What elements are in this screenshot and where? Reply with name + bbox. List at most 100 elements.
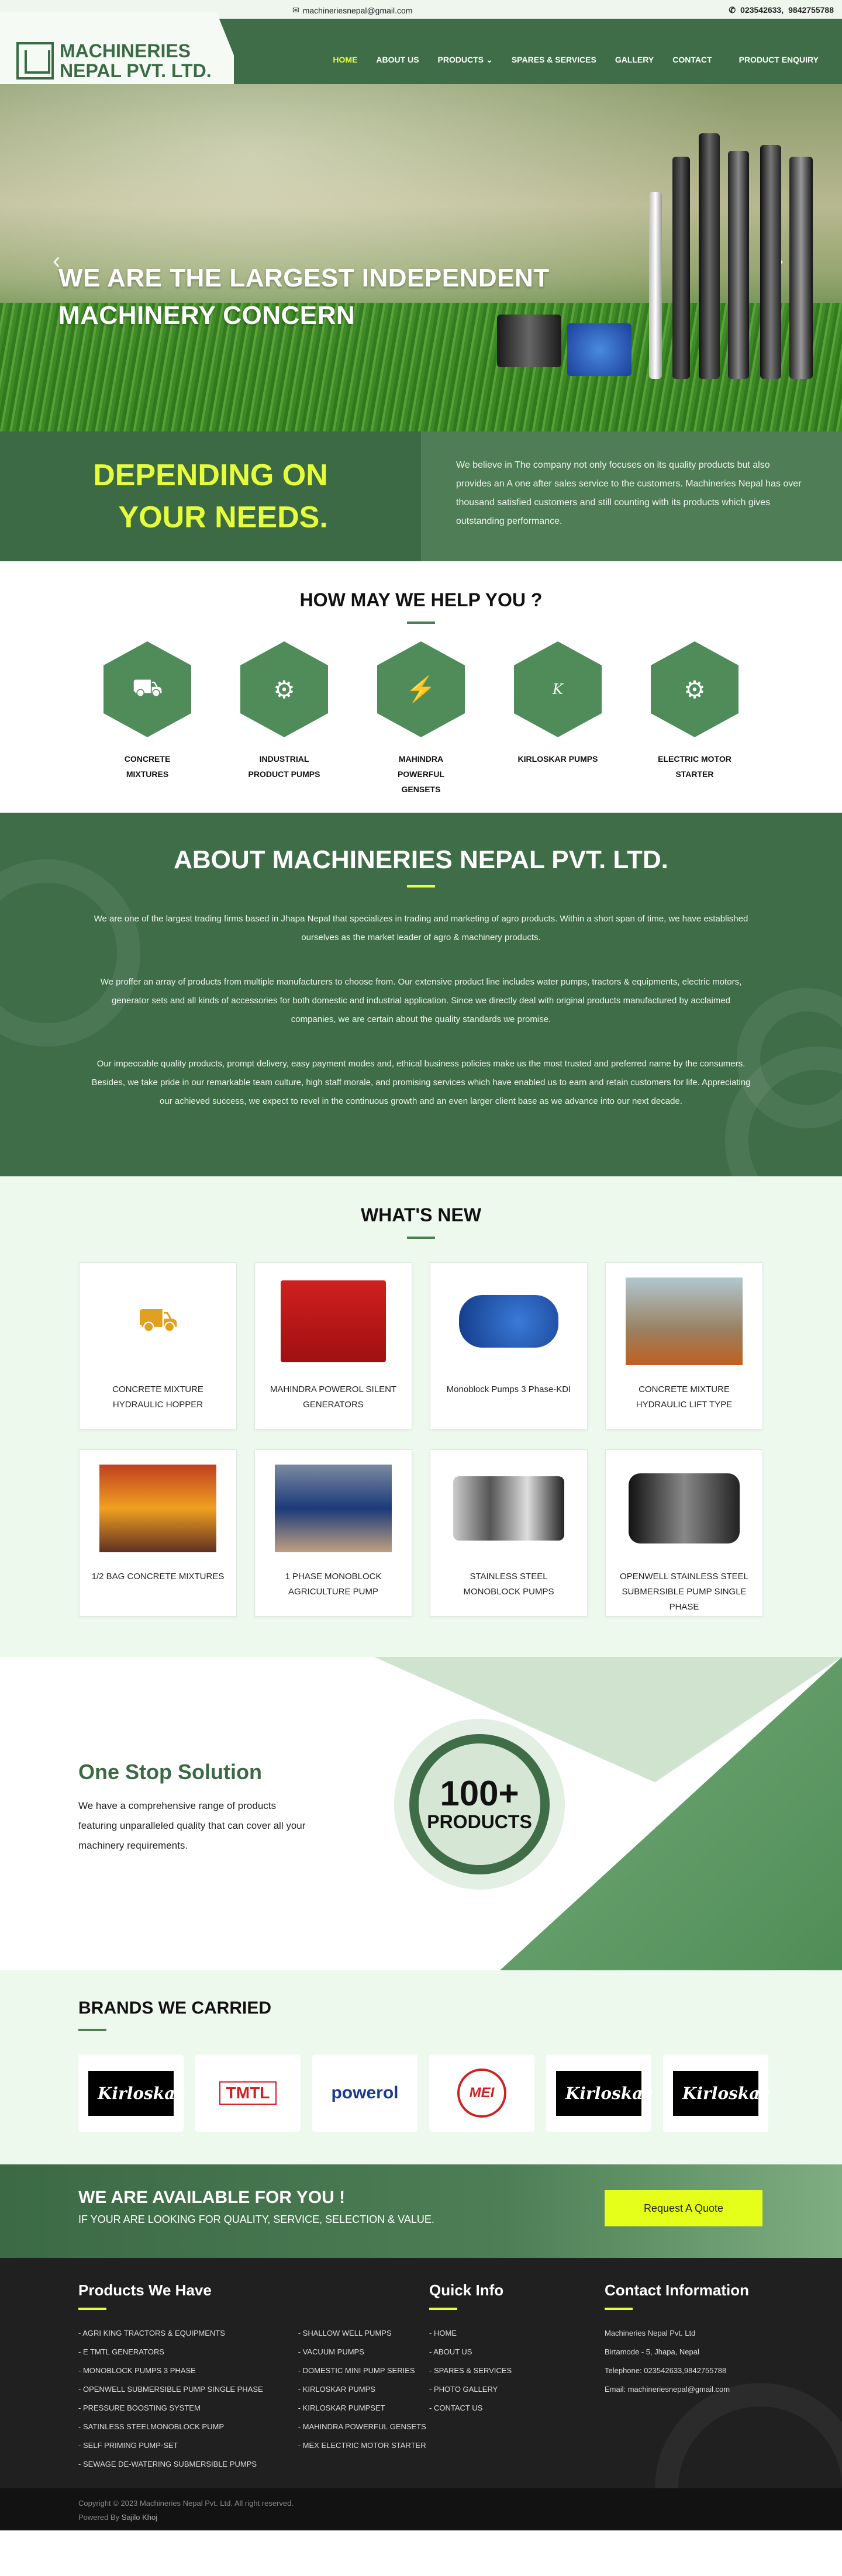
footer-list: - AGRI KING TRACTORS & EQUIPMENTS - E TM… [78, 2324, 263, 2474]
product-title-line: GENERATORS [303, 1400, 364, 1410]
help-item[interactable]: ⛟ CONCRETE MIXTURES [103, 641, 191, 797]
footer-link[interactable]: - KIRLOSKAR PUMPSET [298, 2399, 426, 2418]
footer-link-label: SELF PRIMING PUMP-SET [82, 2441, 178, 2450]
footer-link[interactable]: - VACUUM PUMPS [298, 2343, 426, 2361]
decor-ring [655, 2383, 842, 2488]
footer-link[interactable]: - CONTACT US [429, 2399, 512, 2418]
powered-by-label: Powered By [78, 2513, 120, 2522]
cta-subtitle: IF YOUR ARE LOOKING FOR QUALITY, SERVICE… [78, 2214, 434, 2225]
nav-product-enquiry[interactable]: PRODUCT ENQUIRY [727, 48, 830, 72]
footer-list: - SHALLOW WELL PUMPS - VACUUM PUMPS - DO… [298, 2324, 426, 2474]
mixer-image [626, 1271, 743, 1372]
footer-link-label: ABOUT US [433, 2347, 472, 2356]
footer-link[interactable]: - AGRI KING TRACTORS & EQUIPMENTS [78, 2324, 263, 2343]
footer-link[interactable]: - OPENWELL SUBMERSIBLE PUMP SINGLE PHASE [78, 2380, 263, 2399]
product-card[interactable]: STAINLESS STEEL MONOBLOCK PUMPS [430, 1449, 588, 1617]
product-title-line: MAHINDRA POWEROL SILENT [270, 1384, 397, 1394]
pump-image [699, 133, 720, 379]
help-item[interactable]: ⚡ MAHINDRA POWERFUL GENSETS [377, 641, 465, 797]
footer-link[interactable]: - SPARES & SERVICES [429, 2361, 512, 2380]
hero-slider: ‹ › WE ARE THE LARGEST INDEPENDENT MACHI… [0, 84, 842, 431]
footer-link-label: PHOTO GALLERY [433, 2385, 498, 2394]
brand-logo-kirloskar[interactable]: Kirloskar [546, 2054, 651, 2132]
footer-list: Machineries Nepal Pvt. Ltd Birtamode - 5… [605, 2324, 749, 2399]
nav-spares[interactable]: SPARES & SERVICES [502, 48, 606, 72]
pump-image [626, 1458, 743, 1559]
footer-link[interactable]: - KIRLOSKAR PUMPS [298, 2380, 426, 2399]
whats-new-title: WHAT'S NEW [360, 1204, 482, 1225]
copyright-text: Copyright © 2023 Machineries Nepal Pvt. … [78, 2499, 294, 2508]
email-info[interactable]: ✉ machineriesnepal@gmail.com [292, 5, 412, 15]
phone-info[interactable]: ✆ 023542633, 9842755788 [729, 5, 834, 15]
site-logo[interactable]: MACHINERIES NEPAL PVT. LTD. [16, 41, 212, 81]
footer-link[interactable]: - E TMTL GENERATORS [78, 2343, 263, 2361]
help-item[interactable]: K KIRLOSKAR PUMPS [514, 641, 602, 797]
footer-link[interactable]: - SATINLESS STEELMONOBLOCK PUMP [78, 2418, 263, 2436]
brand-name: MEI [457, 2069, 506, 2118]
footer-link[interactable]: - PHOTO GALLERY [429, 2380, 512, 2399]
footer-link[interactable]: - SELF PRIMING PUMP-SET [78, 2436, 263, 2455]
product-title: OPENWELL STAINLESS STEEL SUBMERSIBLE PUMP… [614, 1569, 754, 1615]
product-title-line: HYDRAULIC LIFT TYPE [636, 1400, 733, 1410]
nav-products-label: PRODUCTS [437, 55, 484, 64]
mail-icon: ✉ [292, 5, 299, 15]
mixer-image [99, 1458, 216, 1559]
request-quote-button[interactable]: Request A Quote [605, 2190, 762, 2226]
product-card[interactable]: 1 PHASE MONOBLOCK AGRICULTURE PUMP [254, 1449, 412, 1617]
product-card[interactable]: ⛟ CONCRETE MIXTURE HYDRAULIC HOPPER [79, 1262, 237, 1429]
footer-link[interactable]: - DOMESTIC MINI PUMP SERIES [298, 2361, 426, 2380]
product-card[interactable]: 1/2 BAG CONCRETE MIXTURES [79, 1449, 237, 1617]
help-item[interactable]: ⚙ ELECTRIC MOTOR STARTER [651, 641, 739, 797]
product-card[interactable]: OPENWELL STAINLESS STEEL SUBMERSIBLE PUMP… [605, 1449, 763, 1617]
product-title: MAHINDRA POWEROL SILENT GENERATORS [263, 1382, 403, 1413]
title-underline [78, 2308, 106, 2310]
generator-image [275, 1271, 392, 1372]
brand-name: TMTL [219, 2081, 277, 2105]
footer-link[interactable]: - SHALLOW WELL PUMPS [298, 2324, 426, 2343]
product-card[interactable]: MAHINDRA POWEROL SILENT GENERATORS [254, 1262, 412, 1429]
page-bottom [0, 2530, 842, 2571]
contact-telephone[interactable]: Telephone: 023542633,9842755788 [605, 2361, 749, 2380]
brand-logo-powerol[interactable]: powerol [312, 2054, 417, 2132]
contact-company: Machineries Nepal Pvt. Ltd [605, 2329, 696, 2337]
footer-link[interactable]: - MEX ELECTRIC MOTOR STARTER [298, 2436, 426, 2455]
help-item[interactable]: ⚙ INDUSTRIAL PRODUCT PUMPS [240, 641, 328, 797]
footer-contact-title: Contact Information [605, 2281, 749, 2299]
one-stop-section: One Stop Solution We have a comprehensiv… [0, 1657, 842, 1970]
footer-link[interactable]: - HOME [429, 2324, 512, 2343]
footer-link-label: MONOBLOCK PUMPS 3 PHASE [82, 2366, 196, 2375]
product-card[interactable]: Monoblock Pumps 3 Phase-KDI [430, 1262, 588, 1429]
depending-text: We believe in The company not only focus… [421, 431, 842, 561]
nav-products[interactable]: PRODUCTS ⌄ [429, 48, 502, 72]
help-item-label: KIRLOSKAR PUMPS [517, 754, 598, 764]
product-title-line: AGRICULTURE PUMP [288, 1587, 378, 1597]
about-section: ABOUT MACHINERIES NEPAL PVT. LTD. We are… [0, 813, 842, 1176]
nav-home[interactable]: HOME [323, 48, 367, 72]
nav-gallery[interactable]: GALLERY [606, 48, 663, 72]
depending-section: DEPENDING ON YOUR NEEDS. We believe in T… [0, 431, 842, 561]
product-card[interactable]: CONCRETE MIXTURE HYDRAULIC LIFT TYPE [605, 1262, 763, 1429]
footer-link[interactable]: - MAHINDRA POWERFUL GENSETS [298, 2418, 426, 2436]
pump-image [275, 1458, 392, 1559]
pump-image [760, 145, 781, 379]
logo-line-2: NEPAL PVT. LTD. [60, 60, 212, 81]
nav-contact[interactable]: CONTACT [663, 48, 721, 72]
powered-by-link[interactable]: Sajilo Khoj [122, 2513, 157, 2522]
product-title: Monoblock Pumps 3 Phase-KDI [439, 1382, 579, 1397]
footer-contact: Contact Information Machineries Nepal Pv… [605, 2281, 749, 2399]
footer-link[interactable]: - MONOBLOCK PUMPS 3 PHASE [78, 2361, 263, 2380]
about-paragraph: Our impeccable quality products, prompt … [91, 1059, 751, 1106]
brand-logo-kirloskar[interactable]: Kirloskar [78, 2054, 184, 2132]
products-count-badge: 100+ PRODUCTS [409, 1734, 550, 1874]
brand-logo-tmtl[interactable]: TMTL [195, 2054, 301, 2132]
brand-logo-kirloskar[interactable]: Kirloskar [663, 2054, 768, 2132]
footer-link[interactable]: - PRESSURE BOOSTING SYSTEM [78, 2399, 263, 2418]
footer-link[interactable]: - SEWAGE DE-WATERING SUBMERSIBLE PUMPS [78, 2455, 263, 2474]
product-title: STAINLESS STEEL MONOBLOCK PUMPS [439, 1569, 579, 1600]
contact-email[interactable]: Email: machineriesnepal@gmail.com [605, 2380, 749, 2399]
footer-link-label: SEWAGE DE-WATERING SUBMERSIBLE PUMPS [82, 2460, 257, 2468]
footer-link[interactable]: - ABOUT US [429, 2343, 512, 2361]
brand-logo-mei[interactable]: MEI [429, 2054, 534, 2132]
motor-icon: ⚙ [651, 641, 739, 737]
nav-about[interactable]: ABOUT US [367, 48, 428, 72]
